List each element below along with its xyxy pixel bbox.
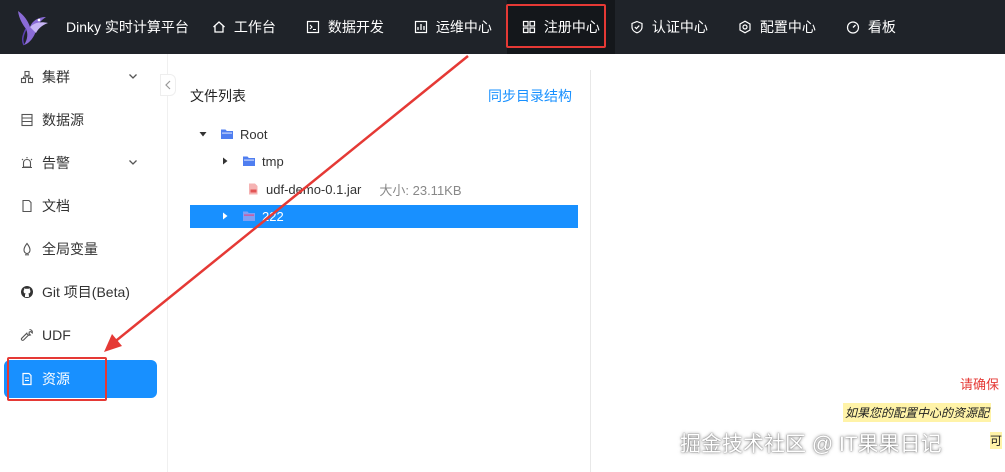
tree-node-tmp[interactable]: tmp — [220, 149, 284, 173]
sidebar-item-label: UDF — [42, 327, 71, 343]
confirm-warning-text: 请确保 — [960, 377, 1000, 392]
panel-title: 文件列表 — [190, 88, 246, 104]
sidebar-item-cluster[interactable]: 集群 — [4, 58, 157, 96]
tree-node-label: tmp — [262, 153, 284, 169]
file-size: 大小: 23.11KB — [379, 182, 462, 198]
nav-auth-center[interactable]: 认证中心 — [615, 0, 723, 54]
sidebar-item-label: 集群 — [42, 69, 70, 85]
top-header: Dinky 实时计算平台 工作台 数据开发 运维中心 注册中心 认证中心 配置中… — [0, 0, 1005, 54]
nav-registry-center[interactable]: 注册中心 — [506, 0, 615, 54]
tree-node-label: Root — [240, 126, 268, 142]
nav-label: 认证中心 — [651, 19, 708, 35]
sidebar-item-label: 资源 — [42, 371, 70, 387]
sidebar-item-label: 全局变量 — [42, 241, 98, 257]
grid-icon — [522, 20, 536, 34]
folder-icon — [243, 156, 255, 166]
nav-label: 配置中心 — [759, 19, 816, 35]
sidebar: 集群 数据源 告警 文档 全局变量 Git 项目(Beta) UDF 资源 — [0, 54, 168, 472]
file-icon — [22, 372, 32, 386]
alarm-icon — [21, 157, 33, 169]
sidebar-item-global-vars[interactable]: 全局变量 — [4, 230, 157, 268]
sidebar-item-alarm[interactable]: 告警 — [4, 144, 157, 182]
jar-file-icon — [249, 183, 258, 195]
sidebar-item-docs[interactable]: 文档 — [4, 187, 157, 225]
nav-dashboard[interactable]: 看板 — [831, 0, 911, 54]
nav-data-dev[interactable]: 数据开发 — [291, 0, 399, 54]
sidebar-item-git[interactable]: Git 项目(Beta) — [4, 273, 157, 311]
caret-down-icon[interactable] — [198, 129, 208, 139]
watermark-text: 掘金技术社区 @ IT果果日记 — [680, 433, 942, 456]
brand-name: Dinky 实时计算平台 — [66, 19, 189, 35]
variable-icon — [23, 242, 31, 256]
sync-directory-link[interactable]: 同步目录结构 — [488, 86, 572, 106]
dashboard-icon — [846, 21, 860, 34]
nav-ops-center[interactable]: 运维中心 — [399, 0, 507, 54]
caret-right-icon[interactable] — [220, 211, 230, 221]
database-icon — [21, 113, 33, 127]
chevron-left-icon — [165, 80, 171, 90]
tree-node-label: udf-demo-0.1.jar — [266, 181, 362, 197]
nav-label: 注册中心 — [543, 19, 600, 35]
home-icon — [212, 21, 225, 33]
tree-node-root[interactable]: Root — [198, 122, 267, 146]
nav-label: 看板 — [867, 19, 896, 35]
sidebar-item-resource[interactable]: 资源 — [4, 360, 157, 398]
code-icon — [306, 20, 320, 34]
tree-node-label: 222 — [262, 208, 284, 224]
config-note-text-2: 可 — [990, 432, 1003, 449]
sidebar-item-datasource[interactable]: 数据源 — [4, 101, 157, 139]
hummingbird-logo-icon[interactable] — [10, 5, 54, 49]
chevron-down-icon[interactable] — [127, 70, 139, 82]
config-note-text: 如果您的配置中心的资源配 — [843, 403, 992, 422]
sidebar-item-label: 文档 — [42, 198, 70, 214]
panel-divider — [590, 70, 591, 472]
cluster-icon — [20, 70, 34, 84]
folder-icon — [243, 211, 255, 221]
caret-right-icon[interactable] — [220, 156, 230, 166]
gear-icon — [739, 20, 751, 34]
nav-workbench[interactable]: 工作台 — [197, 0, 291, 54]
sidebar-item-label: 数据源 — [42, 112, 84, 128]
nav-config-center[interactable]: 配置中心 — [723, 0, 831, 54]
sidebar-item-label: Git 项目(Beta) — [42, 284, 130, 300]
nav-label: 运维中心 — [435, 19, 492, 35]
shield-icon — [631, 20, 643, 34]
chevron-down-icon[interactable] — [127, 156, 139, 168]
sidebar-collapse-button[interactable] — [160, 74, 176, 96]
nav-label: 工作台 — [233, 19, 276, 35]
ops-icon — [414, 20, 428, 34]
wrench-icon — [20, 328, 33, 341]
tree-node-jar[interactable]: udf-demo-0.1.jar 大小: 23.11KB — [246, 177, 462, 201]
sidebar-item-udf[interactable]: UDF — [4, 316, 157, 354]
sidebar-item-label: 告警 — [42, 155, 70, 171]
document-icon — [22, 199, 32, 213]
tree-node-222[interactable]: 222 — [220, 204, 284, 228]
nav-label: 数据开发 — [327, 19, 384, 35]
top-nav: 工作台 数据开发 运维中心 注册中心 认证中心 配置中心 看板 — [197, 0, 911, 54]
github-icon — [21, 286, 33, 298]
folder-icon — [221, 129, 233, 139]
